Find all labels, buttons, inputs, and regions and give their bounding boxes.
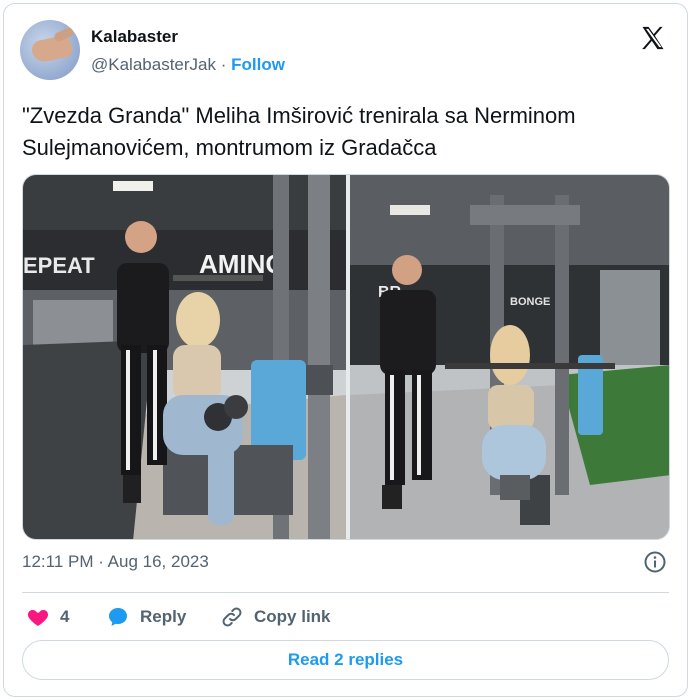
like-button[interactable]: 4 [26,600,69,634]
photo-left[interactable]: EPEAT AMINO [23,175,346,539]
heart-icon [27,610,49,626]
tweet-card: Kalabaster @KalabasterJak · Follow "Zvez… [3,3,688,697]
link-icon [222,607,242,627]
author-handle[interactable]: @KalabasterJak [91,55,216,74]
wall-text-left-2: AMINO [199,249,286,279]
x-logo-icon[interactable] [639,24,667,52]
author-name[interactable]: Kalabaster [91,27,178,47]
reply-label: Reply [140,607,187,626]
gym-photo-left: EPEAT AMINO [23,175,346,539]
info-icon[interactable] [643,550,667,574]
reply-bubble-icon [109,608,127,626]
copy-link-button[interactable]: Copy link [220,600,331,634]
tweet-header: Kalabaster @KalabasterJak · Follow [20,20,671,80]
tweet-text: "Zvezda Granda" Meliha Imširović trenira… [22,103,576,160]
divider [22,592,669,593]
like-count: 4 [60,607,70,626]
handle-separator: · [216,55,232,74]
tweet-timestamp[interactable]: 12:11 PM · Aug 16, 2023 [22,552,209,572]
reply-button[interactable]: Reply [106,600,186,634]
media-grid[interactable]: EPEAT AMINO BONGE [22,174,670,540]
wall-text-left-1: EPEAT [23,253,95,278]
avatar[interactable] [20,20,80,80]
photo-right[interactable]: BR BONGE [350,175,669,539]
follow-link[interactable]: Follow [231,55,285,74]
copy-link-label: Copy link [254,607,331,626]
author-handle-line: @KalabasterJak · Follow [91,55,285,75]
action-bar: 4 Reply Copy link [22,600,669,634]
gym-photo-right: BR BONGE [350,175,669,539]
wall-text-right-2: BONGE [510,296,550,308]
read-replies-button[interactable]: Read 2 replies [22,640,669,680]
